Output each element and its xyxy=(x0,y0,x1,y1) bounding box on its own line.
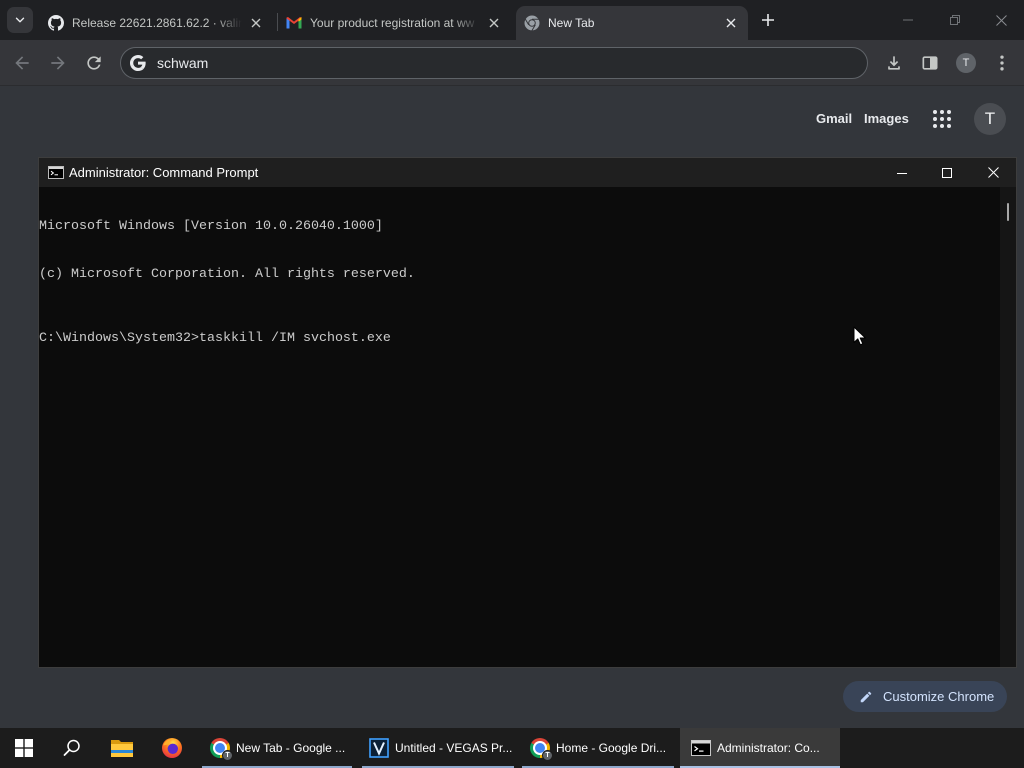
minimize-icon xyxy=(897,168,907,178)
profile-button[interactable]: T xyxy=(952,49,980,77)
close-icon xyxy=(987,167,999,178)
cmd-window-title: Administrator: Command Prompt xyxy=(69,165,259,180)
cmd-maximize-button[interactable] xyxy=(924,158,970,187)
download-icon xyxy=(884,53,904,73)
firefox-icon xyxy=(161,737,183,759)
browser-tab[interactable]: Release 22621.2861.62.2 · valin xyxy=(40,6,276,40)
profile-avatar: T xyxy=(956,53,976,73)
new-tab-button[interactable] xyxy=(756,8,780,32)
console-output[interactable]: Microsoft Windows [Version 10.0.26040.10… xyxy=(39,187,1000,667)
address-input[interactable] xyxy=(157,48,847,78)
taskbar-window-item[interactable]: T New Tab - Google ... xyxy=(202,728,352,768)
more-vert-icon xyxy=(992,53,1012,73)
start-button[interactable] xyxy=(0,728,48,768)
cmd-icon xyxy=(691,738,711,758)
github-icon xyxy=(48,15,64,31)
cmd-close-button[interactable] xyxy=(970,158,1016,187)
tab-title: Release 22621.2861.62.2 · valin xyxy=(72,16,242,30)
cmd-scrollbar[interactable] xyxy=(1000,187,1016,667)
browser-tab-strip: Release 22621.2861.62.2 · valin Your pro… xyxy=(0,0,1024,40)
chrome-menu-button[interactable] xyxy=(988,49,1016,77)
google-account-avatar[interactable]: T xyxy=(974,103,1006,135)
tab-title: New Tab xyxy=(548,16,595,30)
side-panel-icon xyxy=(920,53,940,73)
command-prompt-window[interactable]: Administrator: Command Prompt Microsoft … xyxy=(38,157,1017,668)
customize-chrome-button[interactable]: Customize Chrome xyxy=(843,681,1007,712)
cmd-minimize-button[interactable] xyxy=(879,158,925,187)
tab-search-button[interactable] xyxy=(7,7,33,33)
forward-arrow-icon xyxy=(48,53,68,73)
browser-tab-active[interactable]: New Tab xyxy=(516,6,748,40)
profile-badge: T xyxy=(222,750,233,761)
taskbar-window-label: Untitled - VEGAS Pr... xyxy=(395,741,513,755)
cmd-scrollbar-thumb[interactable] xyxy=(1007,203,1009,221)
file-explorer-icon xyxy=(110,737,134,759)
browser-close-button[interactable] xyxy=(978,0,1024,40)
console-prompt-path: C:\Windows\System32> xyxy=(39,331,199,346)
console-line: Microsoft Windows [Version 10.0.26040.10… xyxy=(39,219,383,234)
taskbar-search-button[interactable] xyxy=(48,728,96,768)
taskbar-window-label: Administrator: Co... xyxy=(717,741,820,755)
chevron-down-icon xyxy=(13,13,27,27)
minimize-icon xyxy=(903,15,913,25)
taskbar-firefox[interactable] xyxy=(148,728,196,768)
tab-close-button[interactable] xyxy=(248,15,264,31)
browser-tab[interactable]: Your product registration at ww xyxy=(278,6,514,40)
google-apps-button[interactable] xyxy=(928,105,956,133)
console-line: (c) Microsoft Corporation. All rights re… xyxy=(39,267,415,282)
apps-grid-icon xyxy=(932,109,952,129)
customize-chrome-label: Customize Chrome xyxy=(883,689,995,704)
browser-restore-button[interactable] xyxy=(932,0,978,40)
restore-icon xyxy=(950,15,960,25)
maximize-icon xyxy=(942,167,952,178)
desktop-screen: Release 22621.2861.62.2 · valin Your pro… xyxy=(0,0,1024,768)
taskbar-window-item[interactable]: T Home - Google Dri... xyxy=(522,728,674,768)
reload-icon xyxy=(84,53,104,73)
tab-close-button[interactable] xyxy=(486,15,502,31)
forward-button[interactable] xyxy=(44,49,72,77)
gmail-link[interactable]: Gmail xyxy=(816,109,852,129)
chrome-icon xyxy=(524,15,540,31)
downloads-button[interactable] xyxy=(880,49,908,77)
windows-taskbar: T New Tab - Google ... Untitled - VEGAS … xyxy=(0,728,1024,768)
taskbar-window-item-active[interactable]: Administrator: Co... xyxy=(680,728,840,768)
reload-button[interactable] xyxy=(80,49,108,77)
mouse-cursor-icon xyxy=(853,326,866,346)
console-command: taskkill /IM svchost.exe xyxy=(198,331,391,346)
profile-badge: T xyxy=(542,750,553,761)
images-link[interactable]: Images xyxy=(864,109,909,129)
plus-icon xyxy=(761,13,775,27)
back-button[interactable] xyxy=(8,49,36,77)
chrome-icon: T xyxy=(530,738,553,761)
side-panel-button[interactable] xyxy=(916,49,944,77)
search-icon xyxy=(63,739,81,757)
close-icon xyxy=(995,14,1007,26)
cmd-icon xyxy=(48,166,64,179)
cmd-title-bar[interactable]: Administrator: Command Prompt xyxy=(39,158,1016,187)
pencil-icon xyxy=(859,690,873,704)
vegas-icon xyxy=(369,738,389,758)
tab-close-button[interactable] xyxy=(723,15,739,31)
chrome-icon: T xyxy=(210,738,233,761)
tab-title: Your product registration at ww xyxy=(310,16,475,30)
taskbar-file-explorer[interactable] xyxy=(98,728,146,768)
gmail-icon xyxy=(286,15,302,31)
taskbar-window-item[interactable]: Untitled - VEGAS Pr... xyxy=(362,728,514,768)
taskbar-window-label: New Tab - Google ... xyxy=(236,741,346,755)
address-bar[interactable] xyxy=(120,47,868,79)
taskbar-window-label: Home - Google Dri... xyxy=(556,741,667,755)
google-g-icon xyxy=(130,55,146,71)
windows-start-icon xyxy=(15,739,33,757)
back-arrow-icon xyxy=(12,53,32,73)
browser-minimize-button[interactable] xyxy=(885,0,931,40)
